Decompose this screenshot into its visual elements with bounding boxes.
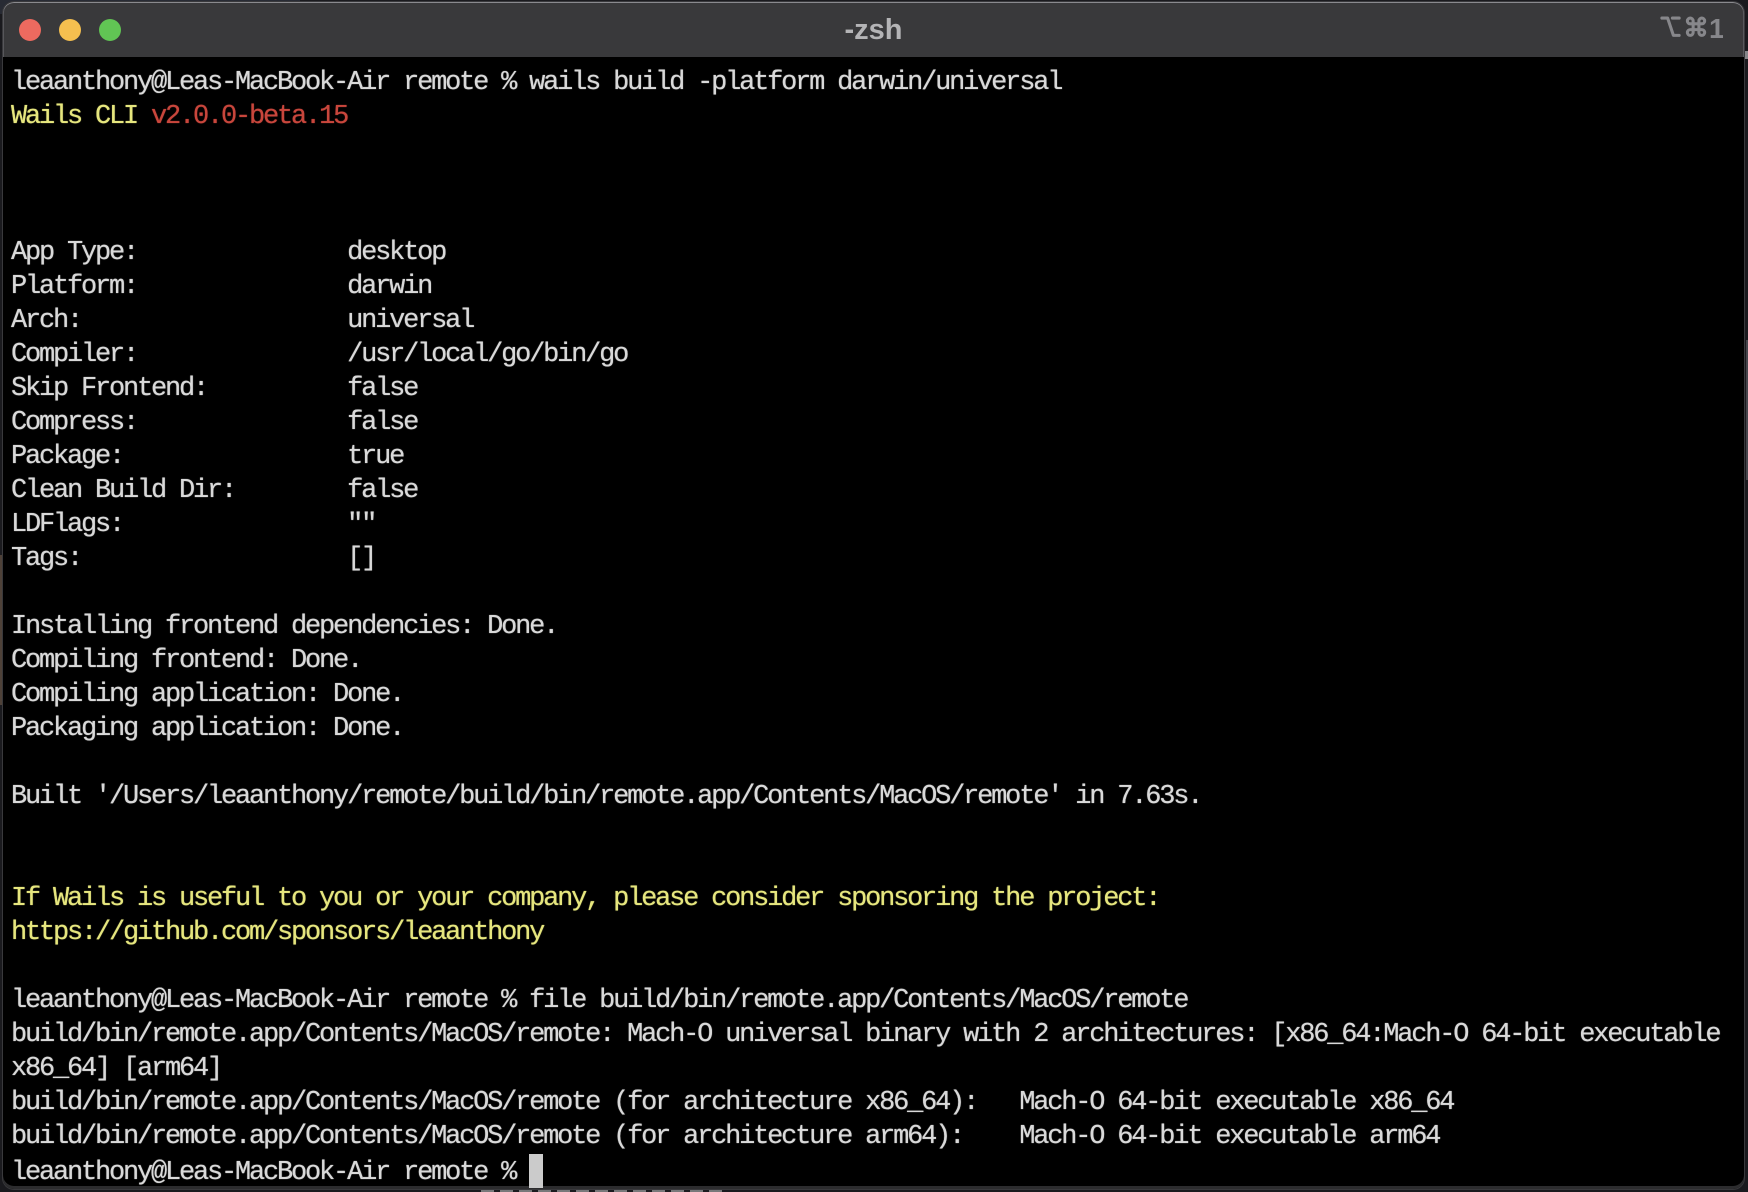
svg-text:1: 1 — [1709, 13, 1723, 42]
